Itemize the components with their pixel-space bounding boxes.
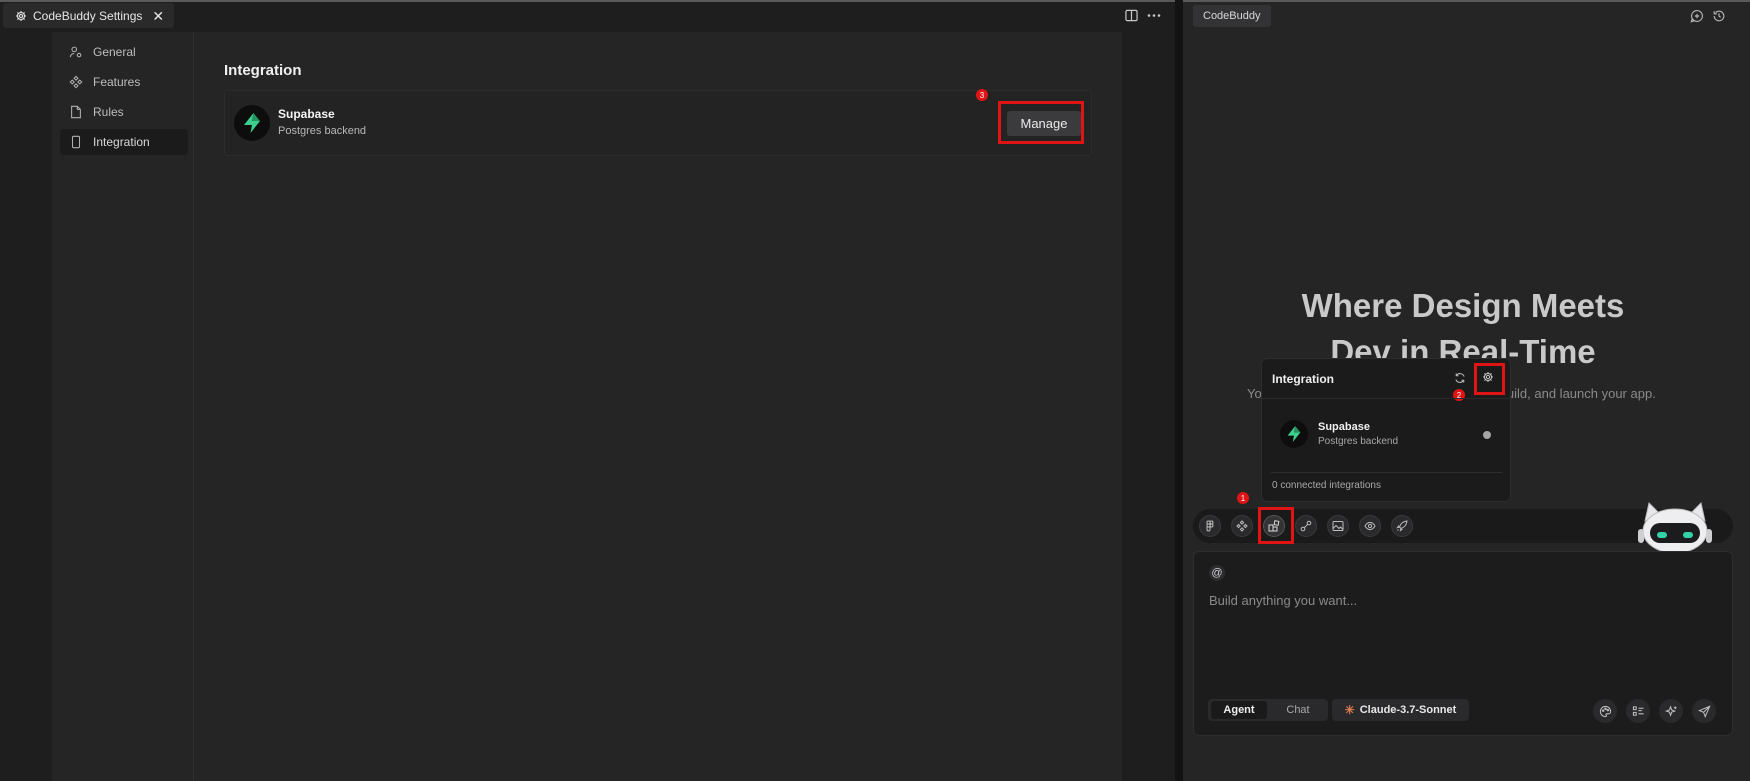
sidebar-item-label: Integration <box>93 135 150 149</box>
claude-logo-icon: ✳ <box>1344 703 1355 717</box>
hero-subtitle-start: Yo <box>1247 386 1262 401</box>
highlight-box-manage <box>998 101 1084 144</box>
more-actions-icon[interactable] <box>1147 9 1161 22</box>
send-button[interactable] <box>1692 699 1716 723</box>
sidebar-item-label: Rules <box>93 105 124 119</box>
mention-at-icon[interactable]: @ <box>1209 565 1225 581</box>
divider <box>1262 398 1510 399</box>
figma-tool-button[interactable] <box>1199 515 1221 537</box>
step-badge-2: 2 <box>1453 389 1465 401</box>
mode-chat-button[interactable]: Chat <box>1271 701 1325 719</box>
phone-icon <box>69 135 83 149</box>
robot-cat-mascot <box>1635 499 1715 551</box>
refresh-icon[interactable] <box>1454 372 1466 384</box>
popup-integration-description: Postgres backend <box>1318 436 1399 447</box>
palette-button[interactable] <box>1593 699 1617 723</box>
highlight-box-gear <box>1474 363 1505 395</box>
sidebar-item-label: General <box>93 45 136 59</box>
sidebar-item-label: Features <box>93 75 141 89</box>
sidebar-item-general[interactable]: General <box>60 39 188 65</box>
enhance-prompt-button[interactable] <box>1659 699 1683 723</box>
link-icon <box>1300 520 1312 532</box>
components-tool-button[interactable] <box>1231 515 1253 537</box>
integration-name: Supabase <box>278 107 335 121</box>
tab-title: CodeBuddy Settings <box>33 8 143 23</box>
supabase-logo-icon <box>234 105 270 141</box>
sidebar-item-rules[interactable]: Rules <box>60 99 188 125</box>
components-icon <box>1236 520 1248 532</box>
popup-title: Integration <box>1272 372 1334 386</box>
eye-icon <box>1364 520 1376 532</box>
mode-agent-button[interactable]: Agent <box>1211 701 1267 719</box>
new-chat-icon[interactable] <box>1690 9 1704 23</box>
connect-tool-button[interactable] <box>1295 515 1317 537</box>
send-icon <box>1697 704 1711 718</box>
split-editor-icon[interactable] <box>1125 9 1138 22</box>
step-badge-1: 1 <box>1237 492 1249 504</box>
divider <box>1271 472 1502 473</box>
close-tab-icon[interactable]: ✕ <box>152 9 164 23</box>
hero-title-line-1: Where Design Meets <box>1301 287 1625 324</box>
gear-icon <box>15 10 27 22</box>
pane-divider[interactable] <box>1175 0 1183 781</box>
page-title: Integration <box>224 62 302 79</box>
deploy-tool-button[interactable] <box>1391 515 1413 537</box>
editor-tab-bar <box>0 2 1175 32</box>
image-icon <box>1332 520 1344 532</box>
rocket-icon <box>1396 520 1408 532</box>
palette-icon <box>1599 705 1612 718</box>
components-icon <box>69 75 83 89</box>
step-badge-3: 3 <box>976 89 988 101</box>
person-gear-icon <box>69 45 83 59</box>
popup-integration-name[interactable]: Supabase <box>1318 421 1370 433</box>
checklist-icon <box>1632 705 1645 718</box>
settings-sidebar: General Features Rules Integration <box>52 32 194 781</box>
model-selector[interactable]: ✳ Claude-3.7-Sonnet <box>1332 699 1469 721</box>
tab-codebuddy[interactable]: CodeBuddy <box>1193 5 1271 27</box>
sparkle-icon <box>1664 704 1678 718</box>
integration-card-supabase <box>224 90 1092 156</box>
image-tool-button[interactable] <box>1327 515 1349 537</box>
task-list-button[interactable] <box>1626 699 1650 723</box>
connection-status-dot <box>1483 431 1491 439</box>
supabase-logo-icon <box>1280 420 1308 448</box>
history-icon[interactable] <box>1712 9 1726 23</box>
connected-count: 0 connected integrations <box>1272 480 1381 491</box>
sidebar-item-features[interactable]: Features <box>60 69 188 95</box>
preview-tool-button[interactable] <box>1359 515 1381 537</box>
prompt-input[interactable] <box>1209 590 1709 610</box>
model-name: Claude-3.7-Sonnet <box>1359 704 1457 716</box>
figma-icon <box>1204 520 1216 532</box>
integration-description: Postgres backend <box>278 125 367 137</box>
highlight-box-integration-tool <box>1258 507 1294 544</box>
editor-gutter <box>1122 32 1174 781</box>
tab-codebuddy-settings[interactable]: CodeBuddy Settings ✕ <box>3 3 175 28</box>
sidebar-item-integration[interactable]: Integration <box>60 129 188 155</box>
file-icon <box>69 105 83 119</box>
